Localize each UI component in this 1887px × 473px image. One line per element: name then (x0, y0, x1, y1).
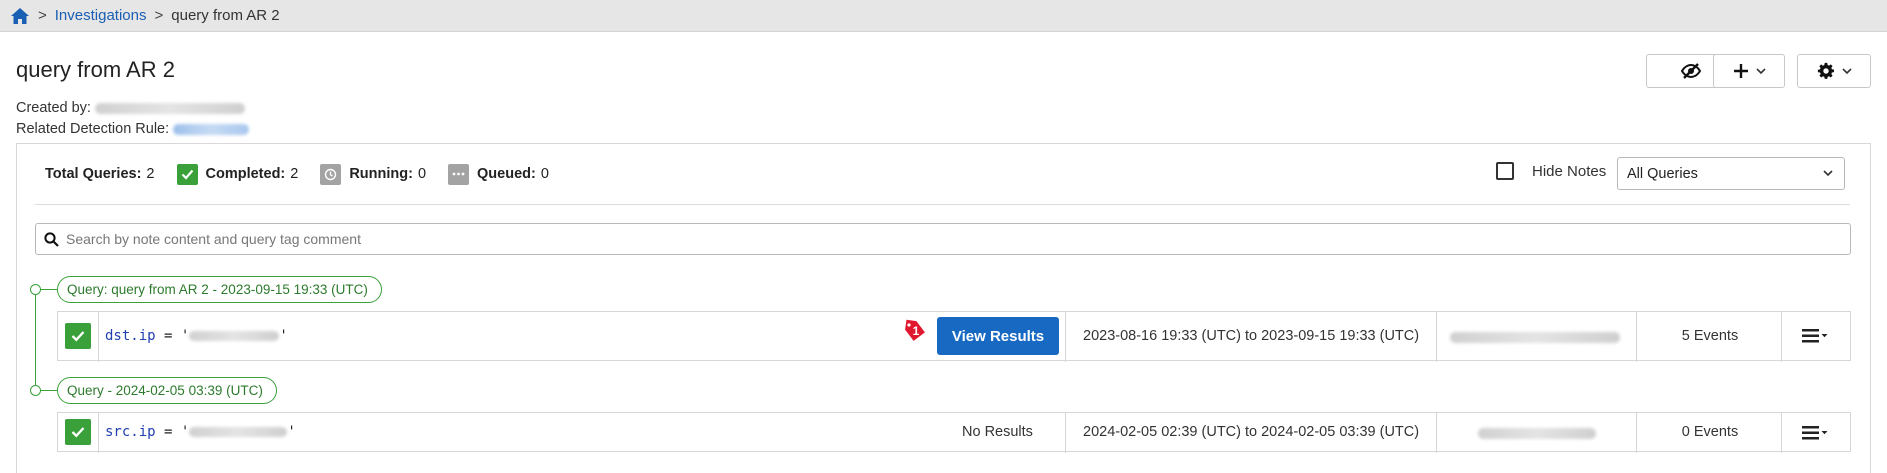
timeline-line (35, 289, 36, 389)
cell-divider (1636, 413, 1637, 453)
completed-icon (65, 419, 91, 445)
running-label: Running: (349, 166, 413, 182)
view-results-button[interactable]: View Results (937, 317, 1059, 355)
hide-notes-label: Hide Notes (1532, 162, 1607, 180)
query-label: Query: query from AR 2 - 2023-09-15 19:3… (57, 276, 382, 303)
notification-badge[interactable]: 1 (902, 318, 928, 344)
ellipsis-icon (448, 163, 470, 185)
completed-icon (176, 163, 198, 185)
query-filter-value: All Queries (1627, 165, 1698, 182)
cell-divider (1636, 312, 1637, 362)
settings-dropdown-button[interactable] (1797, 54, 1871, 88)
query-filter-select[interactable]: All Queries (1617, 157, 1845, 190)
cell-divider (1065, 312, 1066, 362)
hide-notes-checkbox[interactable] (1496, 162, 1514, 180)
row-menu-icon[interactable] (1802, 329, 1828, 343)
notification-count: 1 (913, 324, 920, 338)
related-rule-link-redacted[interactable] (173, 123, 250, 135)
timeline-node (30, 385, 41, 396)
query-time-range: 2024-02-05 02:39 (UTC) to 2024-02-05 03:… (1083, 424, 1420, 440)
cell-divider (1436, 413, 1437, 453)
cell-divider (98, 312, 99, 362)
chevron-down-icon (1841, 68, 1852, 75)
plus-icon (1733, 64, 1748, 78)
home-icon[interactable] (10, 7, 30, 25)
page-title: query from AR 2 (16, 57, 175, 82)
breadcrumb-current: query from AR 2 (171, 7, 280, 24)
created-by: Created by: (16, 100, 245, 116)
related-rule-label: Related Detection Rule: (16, 121, 170, 137)
cell-divider (1065, 413, 1066, 453)
breadcrumb-separator: > (38, 7, 47, 24)
breadcrumb-investigations-link[interactable]: Investigations (55, 7, 147, 24)
queued-value: 0 (540, 166, 549, 182)
eye-slash-icon (1680, 63, 1702, 79)
query-field: dst.ip (105, 328, 156, 344)
query-closing-quote: ' (287, 424, 296, 440)
gear-icon (1817, 62, 1834, 79)
chevron-down-icon (1755, 68, 1766, 75)
query-value-redacted (189, 427, 288, 437)
search-placeholder: Search by note content and query tag com… (66, 231, 361, 247)
query-operator: = ' (164, 328, 190, 344)
total-queries-label: Total Queries: (45, 166, 142, 182)
query-operator: = ' (164, 424, 190, 440)
query-text: dst.ip = ' ' (105, 328, 288, 344)
query-label: Query - 2024-02-05 03:39 (UTC) (57, 377, 277, 404)
clock-icon (320, 163, 342, 185)
cell-divider (1781, 413, 1782, 453)
chevron-down-icon (1823, 170, 1833, 177)
completed-label: Completed: (205, 166, 286, 182)
search-input[interactable]: Search by note content and query tag com… (35, 223, 1851, 255)
hide-notes-toggle[interactable]: Hide Notes (1496, 162, 1606, 180)
completed-icon (65, 323, 91, 349)
query-closing-quote: ' (279, 328, 288, 344)
query-text: src.ip = ' ' (105, 424, 296, 440)
row-menu-icon[interactable] (1802, 426, 1828, 440)
timeline-node (30, 284, 41, 295)
timeline-connector (41, 289, 57, 290)
author-redacted (1478, 428, 1596, 439)
created-by-value-redacted (95, 102, 245, 114)
author-redacted (1450, 332, 1620, 343)
cell-divider (1436, 312, 1437, 362)
completed-value: 2 (290, 166, 299, 182)
queued-label: Queued: (477, 166, 536, 182)
events-count[interactable]: 5 Events (1638, 328, 1782, 344)
search-icon (44, 231, 59, 247)
total-queries-value: 2 (146, 166, 155, 182)
breadcrumb: > Investigations > query from AR 2 (0, 0, 1887, 32)
timeline-connector (41, 390, 57, 391)
created-by-label: Created by: (16, 100, 91, 116)
no-results-label: No Results (962, 424, 1033, 440)
query-value-redacted (189, 331, 280, 341)
query-row: src.ip = ' ' No Results 2024-02-05 02:39 … (57, 412, 1851, 453)
related-detection-rule: Related Detection Rule: (16, 121, 250, 137)
add-dropdown-button[interactable] (1713, 54, 1785, 88)
cell-divider (98, 413, 99, 453)
query-row: dst.ip = ' ' 1 View Results 2023-08-16 19… (57, 311, 1851, 362)
divider (35, 204, 1850, 205)
running-value: 0 (417, 166, 427, 182)
events-count[interactable]: 0 Events (1638, 424, 1782, 440)
breadcrumb-separator: > (154, 7, 164, 24)
query-time-range: 2023-08-16 19:33 (UTC) to 2023-09-15 19:… (1083, 328, 1420, 344)
query-field: src.ip (105, 424, 156, 440)
query-stats: Total Queries: 2 Completed: 2 Running: 0… (45, 163, 571, 185)
cell-divider (1781, 312, 1782, 362)
